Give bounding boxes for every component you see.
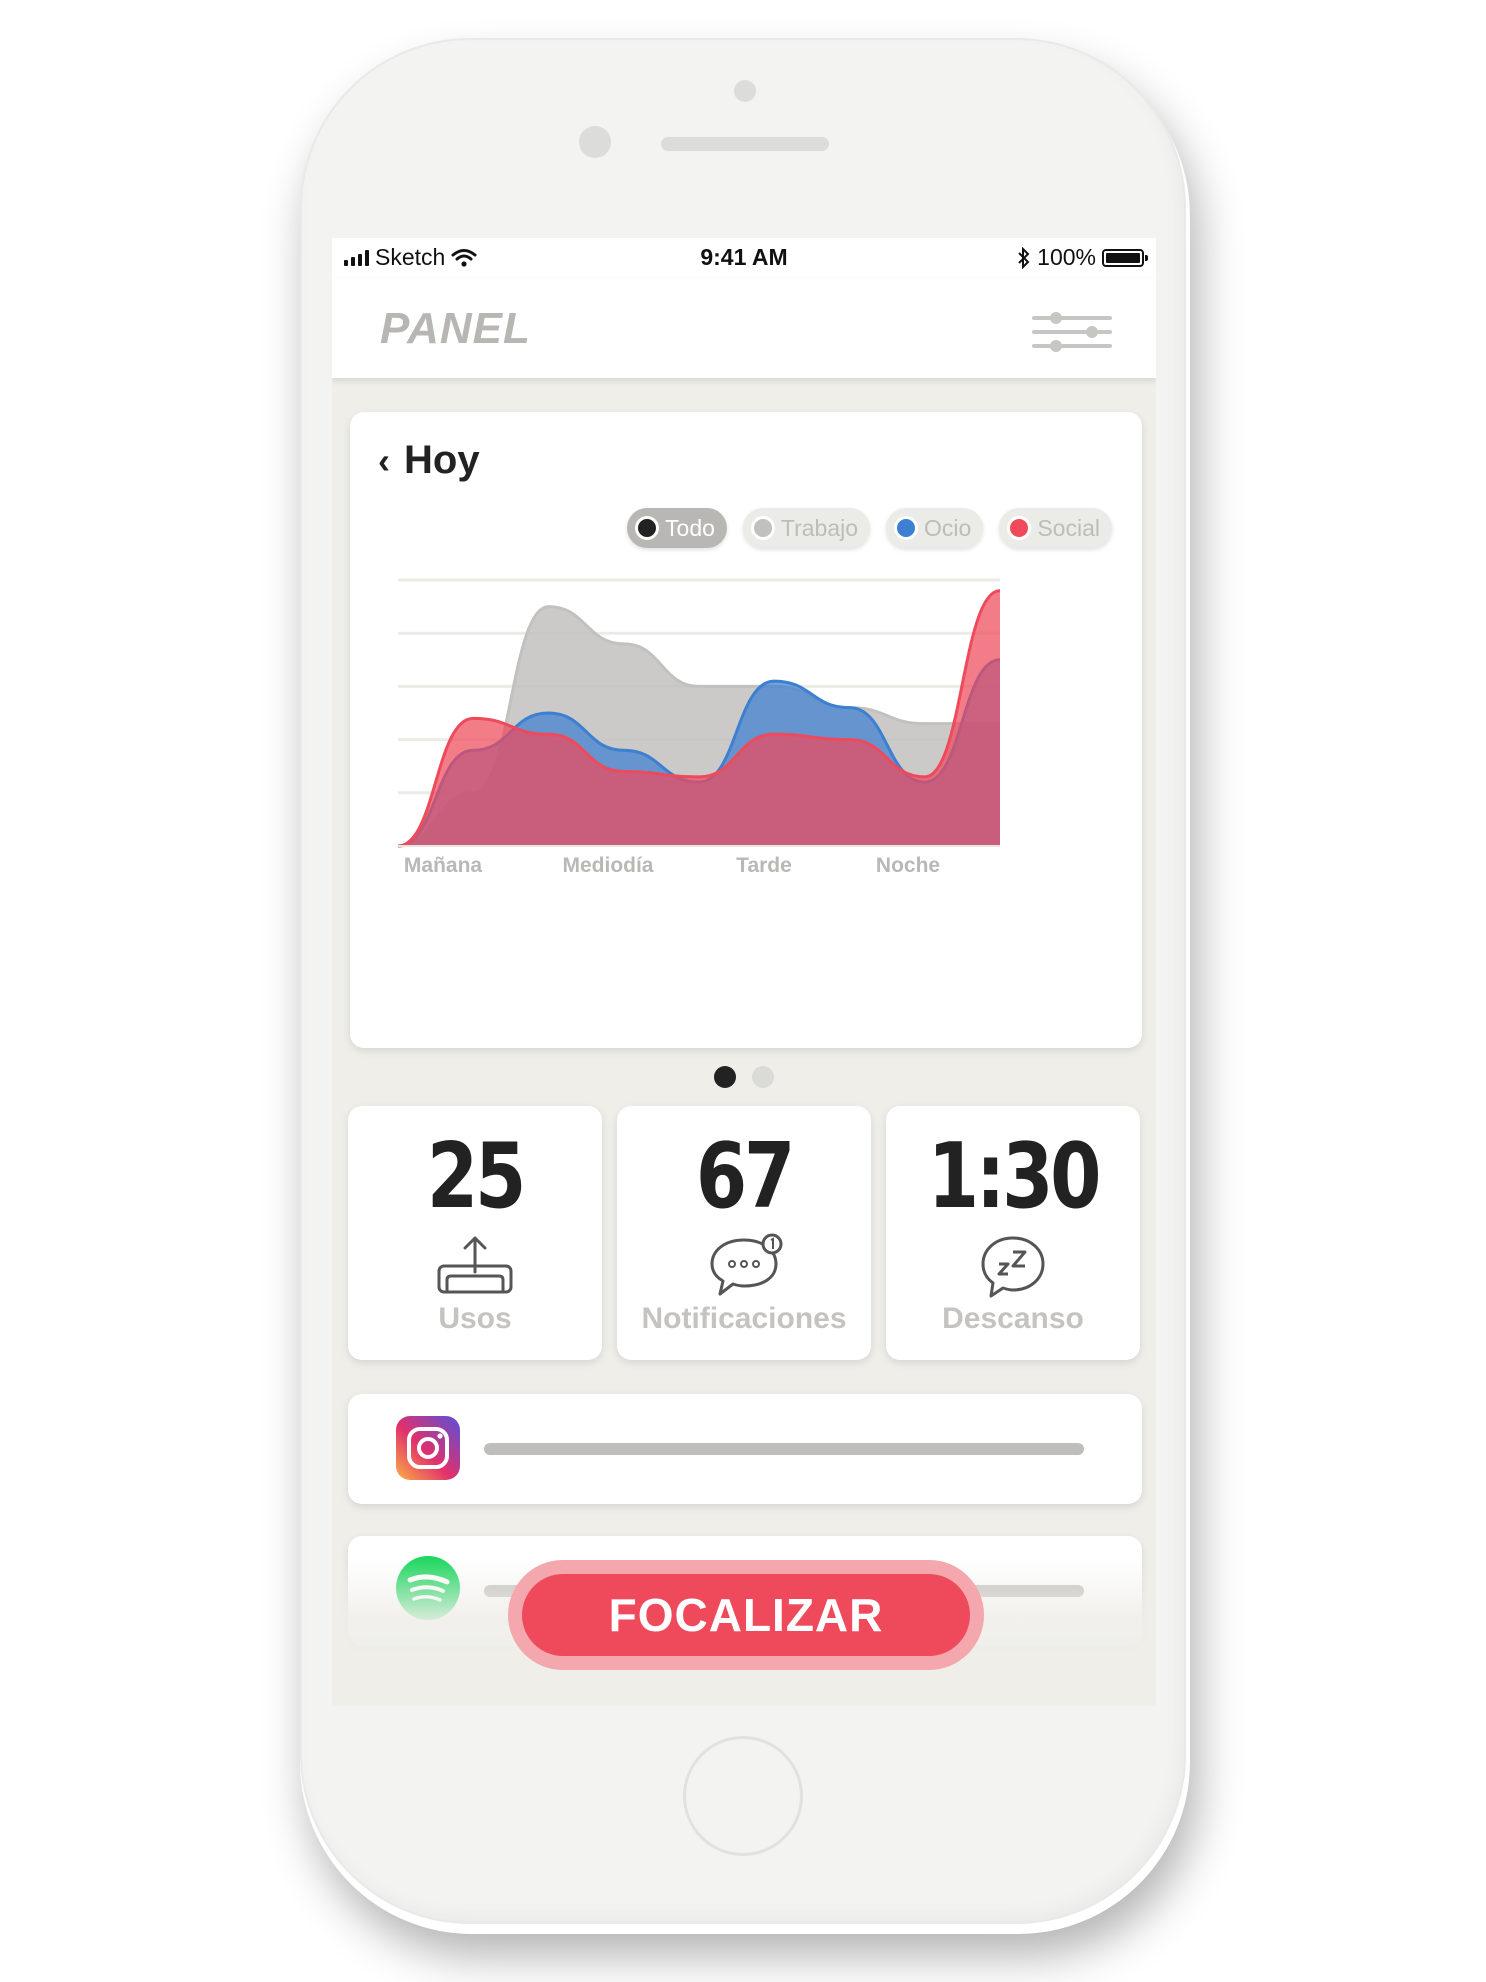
battery-icon <box>1102 248 1148 267</box>
stat-label: Usos <box>438 1302 512 1335</box>
stat-card-notificaciones[interactable]: 67 Notificaciones <box>617 1106 871 1360</box>
app-row-instagram[interactable] <box>348 1394 1142 1504</box>
front-camera <box>734 80 756 102</box>
stat-label: Notificaciones <box>641 1302 847 1335</box>
stat-value: 67 <box>695 1124 795 1229</box>
page-dot[interactable] <box>752 1066 774 1088</box>
usage-bar <box>484 1443 1084 1455</box>
focalizar-button[interactable]: FOCALIZAR <box>508 1560 984 1670</box>
chart-card: ‹ Hoy Todo Trabajo Ocio Social Mañana Med… <box>350 412 1142 1048</box>
page-indicator <box>332 1066 1156 1090</box>
battery-percent: 100% <box>1037 244 1096 270</box>
stat-value: 1:30 <box>927 1124 1102 1229</box>
focalizar-label: FOCALIZAR <box>522 1574 970 1656</box>
page-dot-active[interactable] <box>714 1066 736 1088</box>
x-tick-label: Tarde <box>736 854 792 877</box>
stat-card-usos[interactable]: 25 Usos <box>348 1106 602 1360</box>
x-tick-label: Mañana <box>404 854 483 877</box>
area-chart: Mañana Mediodía Tarde Noche <box>397 578 1001 877</box>
stat-label: Descanso <box>942 1302 1084 1335</box>
proximity-sensor <box>579 126 611 158</box>
home-button[interactable] <box>683 1736 803 1856</box>
sliders-icon[interactable] <box>1032 308 1112 356</box>
sleep-bubble-icon <box>981 1236 1045 1298</box>
x-tick-label: Noche <box>876 854 940 877</box>
stat-card-descanso[interactable]: 1:30 Descanso <box>886 1106 1140 1360</box>
stat-value: 25 <box>426 1124 526 1229</box>
nav-bar: PANEL <box>332 278 1156 378</box>
bluetooth-icon <box>1018 246 1030 269</box>
status-right: 100% <box>1017 244 1148 271</box>
pickup-phone-icon <box>437 1236 513 1294</box>
page-title: PANEL <box>380 304 531 353</box>
earpiece-speaker <box>661 137 829 151</box>
status-bar: Sketch 9:41 AM 100% <box>332 238 1156 278</box>
app-screen: Sketch 9:41 AM 100% PANEL ‹ Hoy Todo Tra… <box>332 238 1156 1706</box>
x-tick-label: Mediodía <box>562 854 653 877</box>
chat-notification-icon <box>710 1233 783 1296</box>
instagram-icon <box>396 1416 460 1480</box>
